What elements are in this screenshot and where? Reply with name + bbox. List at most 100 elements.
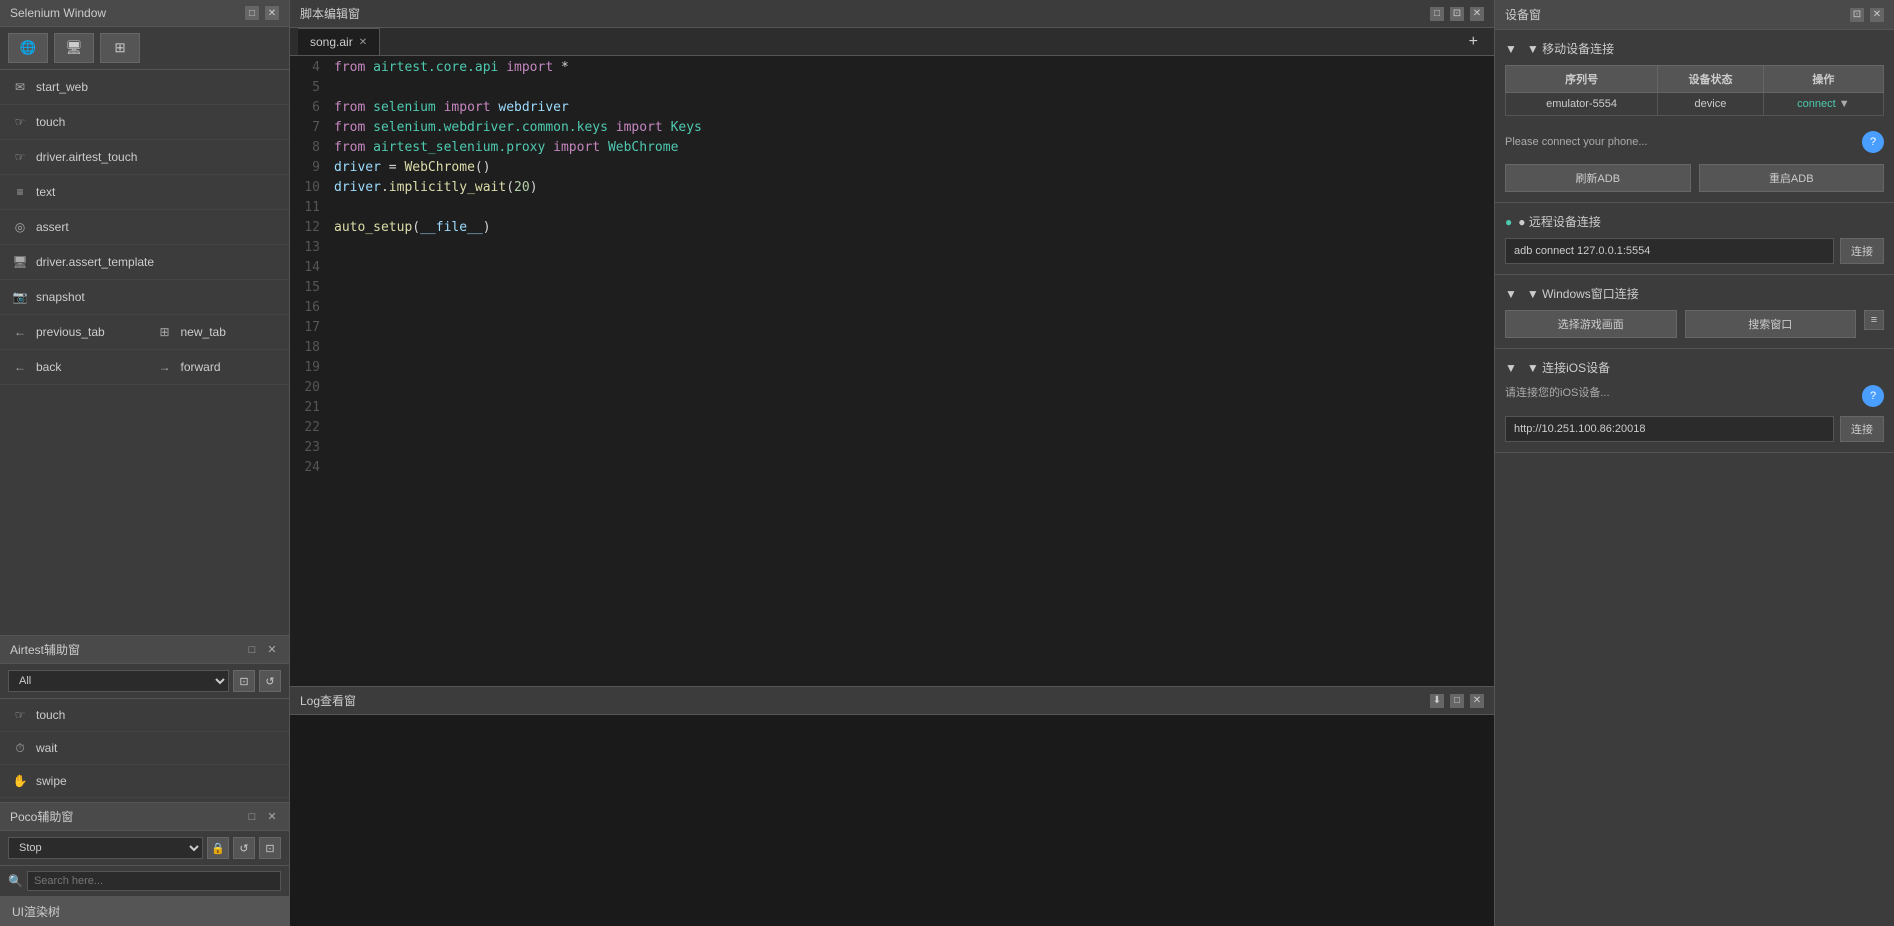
device-connect-dropdown[interactable]: ▼ bbox=[1839, 98, 1850, 110]
code-content[interactable]: from airtest.core.api import * from sele… bbox=[330, 56, 1494, 686]
log-titlebar: Log查看窗 ⬇ □ ✕ bbox=[290, 687, 1494, 715]
ios-input-row: 连接 bbox=[1505, 416, 1884, 442]
remote-section-header: ● ● 远程设备连接 bbox=[1505, 213, 1884, 230]
poco-panel: Poco辅助窗 □ ✕ Stop 🔒 ↺ ⊡ 🔍 UI渲染树 bbox=[0, 802, 289, 926]
editor-maximize-btn[interactable]: ⊡ bbox=[1450, 7, 1464, 21]
windows-section-header: ▼ ▼ Windows窗口连接 bbox=[1505, 285, 1884, 302]
selenium-item-back[interactable]: ← back bbox=[0, 350, 145, 385]
selenium-window-titlebar: Selenium Window □ ✕ bbox=[0, 0, 289, 27]
select-game-btn[interactable]: 选择游戏画面 bbox=[1505, 310, 1677, 338]
snapshot-icon: 📷 bbox=[12, 289, 28, 305]
remote-connect-btn[interactable]: 连接 bbox=[1840, 238, 1884, 264]
selenium-tab-globe[interactable]: 🌐 bbox=[8, 33, 48, 63]
selenium-item-driver-touch-label: driver.airtest_touch bbox=[36, 150, 137, 164]
device-table-header-serial: 序列号 bbox=[1506, 66, 1658, 93]
device-table-header-action: 操作 bbox=[1763, 66, 1883, 93]
code-line-17 bbox=[334, 318, 1490, 338]
selenium-item-assert[interactable]: ◎ assert bbox=[0, 210, 289, 245]
selenium-item-touch[interactable]: ☞ touch bbox=[0, 105, 289, 140]
ios-connect-btn[interactable]: 连接 bbox=[1840, 416, 1884, 442]
log-close-btn[interactable]: ✕ bbox=[1470, 694, 1484, 708]
airtest-capture-btn[interactable]: ⊡ bbox=[233, 670, 255, 692]
airtest-item-wait[interactable]: ⏱ wait bbox=[0, 732, 289, 765]
selenium-window-close[interactable]: ✕ bbox=[265, 6, 279, 20]
search-window-btn[interactable]: 搜索窗口 bbox=[1685, 310, 1857, 338]
code-line-20 bbox=[334, 378, 1490, 398]
log-title: Log查看窗 bbox=[300, 692, 356, 709]
editor-minimize-btn[interactable]: □ bbox=[1430, 7, 1444, 21]
airtest-touch-label: touch bbox=[36, 708, 65, 722]
selenium-item-previous-tab[interactable]: ← previous_tab bbox=[0, 315, 145, 350]
code-line-18 bbox=[334, 338, 1490, 358]
restart-adb-btn[interactable]: 重启ADB bbox=[1699, 164, 1885, 192]
tab-close-btn[interactable]: ✕ bbox=[359, 37, 367, 48]
poco-mode-select[interactable]: Stop bbox=[8, 837, 203, 859]
poco-close-btn[interactable]: ✕ bbox=[265, 810, 279, 824]
device-panel-maximize-btn[interactable]: ⊡ bbox=[1850, 8, 1864, 22]
selenium-item-driver-assert-label: driver.assert_template bbox=[36, 255, 154, 269]
code-line-10: driver.implicitly_wait(20) bbox=[334, 178, 1490, 198]
editor-close-btn[interactable]: ✕ bbox=[1470, 7, 1484, 21]
ios-address-input[interactable] bbox=[1505, 416, 1834, 442]
airtest-minimize-btn[interactable]: □ bbox=[245, 643, 259, 657]
airtest-titlebar: Airtest辅助窗 □ ✕ bbox=[0, 636, 289, 664]
airtest-items-list: ☞ touch ⏱ wait ✋ swipe bbox=[0, 699, 289, 798]
poco-minimize-btn[interactable]: □ bbox=[245, 810, 259, 824]
device-panel-close-btn[interactable]: ✕ bbox=[1870, 8, 1884, 22]
poco-toolbar: Stop 🔒 ↺ ⊡ bbox=[0, 831, 289, 866]
device-connect-link[interactable]: connect bbox=[1797, 98, 1836, 110]
refresh-adb-btn[interactable]: 刷新ADB bbox=[1505, 164, 1691, 192]
device-serial: emulator-5554 bbox=[1506, 93, 1658, 116]
selenium-icon-tabs: 🌐 🖥 ⊞ bbox=[0, 27, 289, 70]
poco-tree-item[interactable]: UI渲染树 bbox=[0, 897, 289, 926]
selenium-item-text[interactable]: ≡ text bbox=[0, 175, 289, 210]
tab-add-btn[interactable]: + bbox=[1461, 29, 1486, 55]
editor-tab-song[interactable]: song.air ✕ bbox=[298, 28, 380, 55]
airtest-item-touch[interactable]: ☞ touch bbox=[0, 699, 289, 732]
selenium-item-new-tab[interactable]: ⊞ new_tab bbox=[145, 315, 290, 350]
poco-refresh-btn[interactable]: ↺ bbox=[233, 837, 255, 859]
selenium-item-driver-airtest-touch[interactable]: ☞ driver.airtest_touch bbox=[0, 140, 289, 175]
poco-titlebar: Poco辅助窗 □ ✕ bbox=[0, 803, 289, 831]
editor-titlebar: 脚本编辑窗 □ ⊡ ✕ bbox=[290, 0, 1494, 28]
log-download-btn[interactable]: ⬇ bbox=[1430, 694, 1444, 708]
selenium-item-forward[interactable]: → forward bbox=[145, 350, 290, 385]
editor-title: 脚本编辑窗 bbox=[300, 5, 360, 22]
poco-title: Poco辅助窗 bbox=[10, 808, 73, 825]
selenium-item-snapshot-label: snapshot bbox=[36, 290, 85, 304]
code-line-24 bbox=[334, 458, 1490, 478]
selenium-item-start-web[interactable]: ✉ start_web bbox=[0, 70, 289, 105]
ios-section-header: ▼ ▼ 连接iOS设备 bbox=[1505, 359, 1884, 376]
windows-extra-btn[interactable]: ≡ bbox=[1864, 310, 1884, 330]
selenium-items-list: ✉ start_web ☞ touch ☞ driver.airtest_tou… bbox=[0, 70, 289, 635]
log-panel: Log查看窗 ⬇ □ ✕ bbox=[290, 686, 1494, 926]
ios-help-btn[interactable]: ? bbox=[1862, 385, 1884, 407]
mobile-help-btn[interactable]: ? bbox=[1862, 131, 1884, 153]
selenium-tab-monitor[interactable]: 🖥 bbox=[54, 33, 94, 63]
selenium-window-minimize[interactable]: □ bbox=[245, 6, 259, 20]
remote-adb-input[interactable] bbox=[1505, 238, 1834, 264]
remote-radio-icon: ● bbox=[1505, 215, 1512, 229]
device-row: emulator-5554 device connect ▼ bbox=[1506, 93, 1884, 116]
poco-lock-btn[interactable]: 🔒 bbox=[207, 837, 229, 859]
selenium-item-snapshot[interactable]: 📷 snapshot bbox=[0, 280, 289, 315]
airtest-item-swipe[interactable]: ✋ swipe bbox=[0, 765, 289, 798]
airtest-refresh-btn[interactable]: ↺ bbox=[259, 670, 281, 692]
ios-section-title: ▼ 连接iOS设备 bbox=[1527, 359, 1610, 376]
selenium-item-new-tab-label: new_tab bbox=[181, 325, 226, 339]
envelope-icon: ✉ bbox=[12, 79, 28, 95]
ios-connect-hint: 请连接您的iOS设备... bbox=[1505, 384, 1610, 400]
airtest-close-btn[interactable]: ✕ bbox=[265, 643, 279, 657]
airtest-filter-select[interactable]: All bbox=[8, 670, 229, 692]
code-line-12: auto_setup(__file__) bbox=[334, 218, 1490, 238]
poco-capture-btn[interactable]: ⊡ bbox=[259, 837, 281, 859]
ios-section: ▼ ▼ 连接iOS设备 请连接您的iOS设备... ? 连接 bbox=[1495, 349, 1894, 453]
code-editor: 4 5 6 7 8 9 10 11 12 13 14 15 16 17 18 1… bbox=[290, 56, 1494, 686]
selenium-tab-grid[interactable]: ⊞ bbox=[100, 33, 140, 63]
log-minimize-btn[interactable]: □ bbox=[1450, 694, 1464, 708]
poco-search-input[interactable] bbox=[27, 871, 281, 891]
device-panel-title: 设备窗 bbox=[1505, 6, 1541, 23]
device-action: connect ▼ bbox=[1763, 93, 1883, 116]
prev-tab-icon: ← bbox=[12, 324, 28, 340]
selenium-item-driver-assert[interactable]: 🖥 driver.assert_template bbox=[0, 245, 289, 280]
